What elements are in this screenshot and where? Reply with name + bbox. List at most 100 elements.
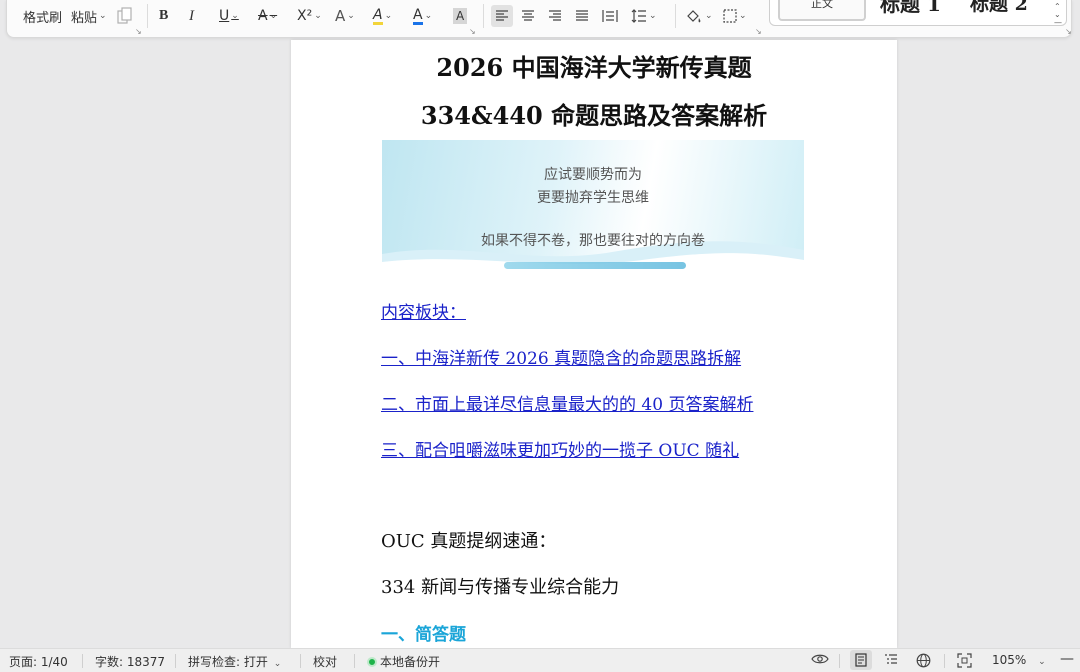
style-heading-2-label: 标题 2: [970, 0, 1028, 15]
reading-mode-button[interactable]: [811, 652, 829, 669]
zoom-out-button[interactable]: —: [1060, 651, 1074, 667]
banner-underline-bar: [504, 262, 686, 269]
text-effect-button[interactable]: A ⌄: [335, 5, 355, 27]
border-button[interactable]: ⌄: [723, 5, 747, 27]
paste-button[interactable]: 粘贴 ⌄: [71, 5, 107, 27]
minus-icon: —: [1060, 651, 1074, 667]
format-painter-label: 格式刷: [23, 10, 63, 26]
section-heading: 一、简答题: [381, 625, 466, 645]
page-view-button[interactable]: [850, 650, 872, 670]
divider: [82, 654, 83, 668]
justify-button[interactable]: [575, 5, 589, 27]
banner-line-1: 应试要顺势而为: [544, 167, 642, 183]
backup-status[interactable]: 本地备份开: [367, 653, 440, 670]
document-title-line-1: 2026 中国海洋大学新传真题: [436, 53, 752, 82]
shading-button[interactable]: ⌄: [685, 5, 713, 27]
globe-icon: [916, 653, 931, 668]
toc-link-3[interactable]: 三、配合咀嚼滋味更加巧妙的一揽子 OUC 随礼: [381, 436, 739, 461]
eye-icon: [811, 654, 829, 664]
divider: [839, 654, 840, 668]
divider: [483, 4, 484, 28]
align-center-icon: [522, 10, 534, 21]
highlight-button[interactable]: A ⌄: [373, 5, 392, 27]
toc-link-1[interactable]: 一、中海洋新传 2026 真题隐含的命题思路拆解: [381, 344, 741, 369]
paste-label: 粘贴: [71, 10, 98, 26]
underline-button[interactable]: U ⌄: [219, 5, 239, 27]
bold-button[interactable]: B: [159, 5, 168, 27]
chevron-down-icon: ⌄: [705, 11, 713, 21]
border-icon: [723, 9, 737, 23]
chevron-down-icon: ⌄: [269, 11, 278, 21]
banner-line-2: 更要抛弃学生思维: [537, 190, 649, 206]
chevron-down-icon: ⌄: [273, 659, 282, 669]
paragraph-expand-icon[interactable]: ↘: [755, 28, 762, 36]
toc-heading[interactable]: 内容板块：: [381, 298, 466, 323]
banner-image: 应试要顺势而为 更要抛弃学生思维 如果不得不卷，那也要往对的方向卷: [382, 140, 804, 272]
style-heading-1[interactable]: 标题 1: [880, 0, 941, 17]
align-left-icon: [496, 10, 508, 21]
line-spacing-button[interactable]: ⌄: [631, 5, 657, 27]
italic-button[interactable]: I: [189, 5, 194, 27]
chevron-down-icon: ⌄: [739, 11, 747, 21]
document-page[interactable]: 2026 中国海洋大学新传真题 334&440 命题思路及答案解析 应试要顺势而…: [291, 40, 897, 648]
styles-scroll-control[interactable]: ⌃ ⌄ —: [1054, 3, 1062, 27]
style-normal-label: 正文: [811, 0, 833, 10]
status-bar: 页面: 1/40 字数: 18377 拼写检查: 打开 ⌄ 校对 本地备份开 1…: [0, 648, 1080, 672]
underline-icon: U: [219, 8, 230, 24]
italic-icon: I: [189, 7, 194, 24]
proofread-button[interactable]: 校对: [313, 653, 337, 670]
paint-bucket-icon: [687, 10, 701, 23]
distribute-button[interactable]: [602, 5, 618, 27]
outline-title: OUC 真题提纲速通：: [381, 531, 557, 552]
zoom-level[interactable]: 105% ⌄: [992, 653, 1046, 667]
spell-check-label: 拼写检查: 打开: [188, 655, 268, 669]
divider: [175, 654, 176, 668]
styles-expand-icon[interactable]: ↘: [1065, 28, 1072, 36]
divider: [300, 654, 301, 668]
chevron-down-icon: ⌄: [424, 11, 433, 21]
justify-icon: [576, 10, 588, 21]
divider: [944, 654, 945, 668]
align-right-button[interactable]: [548, 5, 562, 27]
highlighter-icon: A: [373, 6, 383, 25]
chevron-down-icon: ⌄: [384, 11, 393, 21]
line-spacing-icon: [631, 9, 646, 23]
copy-icon: [117, 7, 132, 24]
web-view-button[interactable]: [916, 653, 931, 671]
chevron-down-icon: ⌄: [99, 11, 107, 21]
toc-link-2[interactable]: 二、市面上最详尽信息量最大的的 40 页答案解析: [381, 390, 753, 415]
font-color-button[interactable]: A ⌄: [413, 5, 432, 27]
chevron-down-icon: ⌄: [347, 11, 355, 21]
word-count[interactable]: 字数: 18377: [95, 653, 165, 670]
superscript-icon: X²: [297, 8, 313, 24]
spell-check-toggle[interactable]: 拼写检查: 打开 ⌄: [188, 653, 281, 670]
backup-label: 本地备份开: [380, 655, 441, 669]
strikethrough-icon: A: [258, 8, 268, 24]
fit-screen-icon: [957, 653, 972, 668]
align-left-button[interactable]: [491, 5, 513, 27]
outline-view-button[interactable]: [884, 653, 898, 670]
clipboard-expand-icon[interactable]: ↘: [135, 28, 142, 36]
backup-status-icon: [367, 657, 377, 667]
divider: [147, 4, 148, 28]
superscript-button[interactable]: X² ⌄: [297, 5, 322, 27]
style-normal[interactable]: 正文: [778, 0, 866, 21]
divider: [354, 654, 355, 668]
strikethrough-button[interactable]: A ⌄: [258, 5, 277, 27]
format-painter-button[interactable]: 格式刷: [23, 5, 62, 27]
subject-title: 334 新闻与传播专业综合能力: [381, 577, 620, 598]
distribute-icon: [602, 10, 618, 22]
page-indicator[interactable]: 页面: 1/40: [9, 653, 68, 670]
chevron-down-icon: ⌄: [231, 11, 239, 21]
copy-button[interactable]: [117, 5, 133, 27]
char-shading-button[interactable]: A: [453, 5, 468, 27]
page-view-icon: [855, 653, 867, 667]
align-center-button[interactable]: [521, 5, 535, 27]
chevron-down-icon: ⌄: [649, 11, 657, 21]
font-expand-icon[interactable]: ↘: [469, 28, 476, 36]
banner-line-3: 如果不得不卷，那也要往对的方向卷: [481, 233, 705, 249]
font-color-icon: A: [413, 6, 423, 25]
char-shading-icon: A: [453, 8, 468, 24]
style-heading-2[interactable]: 标题 2: [970, 0, 1028, 17]
fit-page-button[interactable]: [957, 653, 972, 671]
